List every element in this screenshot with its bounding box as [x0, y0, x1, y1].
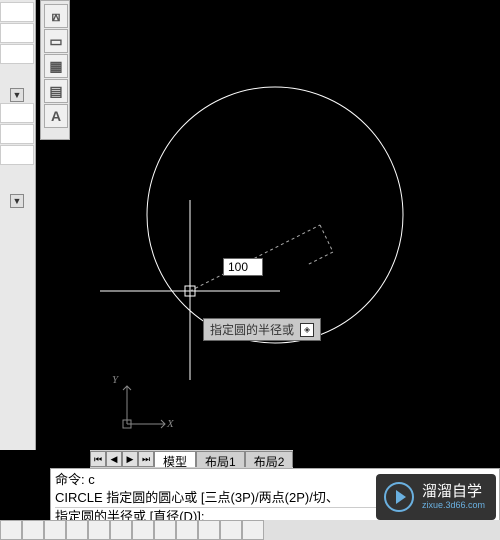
status-btn[interactable]: [110, 520, 132, 540]
ucs-x-label: X: [167, 418, 174, 430]
list-item[interactable]: [0, 23, 34, 43]
tooltip-menu-icon[interactable]: ◈: [300, 323, 314, 337]
tab-last-icon[interactable]: ⏭: [138, 451, 154, 467]
left-property-panel: ▼ ▼: [0, 0, 36, 450]
list-item[interactable]: [0, 2, 34, 22]
tab-first-icon[interactable]: ⏮: [90, 451, 106, 467]
status-btn[interactable]: [176, 520, 198, 540]
list-item[interactable]: [0, 44, 34, 64]
ucs-icon: [123, 386, 165, 428]
status-btn[interactable]: [0, 520, 22, 540]
list-item[interactable]: [0, 103, 34, 123]
tooltip-text: 指定圆的半径或: [210, 321, 294, 338]
text-tool[interactable]: A: [44, 104, 68, 128]
dropdown-arrow-icon[interactable]: ▼: [10, 194, 24, 208]
table-tool[interactable]: ▤: [44, 79, 68, 103]
status-btn[interactable]: [132, 520, 154, 540]
grid-icon: ▦: [49, 58, 62, 75]
tab-next-icon[interactable]: ▶: [122, 451, 138, 467]
status-btn[interactable]: [22, 520, 44, 540]
crop-tool[interactable]: ⟎: [44, 4, 68, 28]
dropdown-arrow-icon[interactable]: ▼: [10, 88, 24, 102]
radius-marker: [307, 225, 333, 265]
status-btn[interactable]: [242, 520, 264, 540]
status-btn[interactable]: [88, 520, 110, 540]
dynamic-input[interactable]: 100: [223, 258, 263, 276]
toolbar-panel: ⟎ ▭ ▦ ▤ A: [40, 0, 70, 140]
watermark: 溜溜自学 zixue.3d66.com: [376, 474, 496, 520]
rect-tool[interactable]: ▭: [44, 29, 68, 53]
status-btn[interactable]: [220, 520, 242, 540]
crop-icon: ⟎: [52, 8, 61, 25]
rect-icon: ▭: [49, 33, 62, 50]
tab-model[interactable]: 模型: [154, 451, 196, 467]
table-icon: ▤: [49, 83, 62, 100]
play-icon: [384, 482, 414, 512]
status-btn[interactable]: [66, 520, 88, 540]
list-item[interactable]: [0, 145, 34, 165]
watermark-title: 溜溜自学: [422, 484, 485, 500]
text-icon: A: [51, 108, 61, 124]
dynamic-tooltip: 指定圆的半径或 ◈: [203, 318, 321, 341]
grid-tool[interactable]: ▦: [44, 54, 68, 78]
ucs-y-label: Y: [112, 374, 118, 386]
drawing-area[interactable]: X Y: [75, 0, 500, 450]
tab-prev-icon[interactable]: ◀: [106, 451, 122, 467]
tab-layout1[interactable]: 布局1: [196, 451, 245, 467]
input-value: 100: [228, 260, 248, 274]
status-btn[interactable]: [154, 520, 176, 540]
circle-preview: [147, 87, 403, 343]
tab-layout2[interactable]: 布局2: [245, 451, 294, 467]
status-btn[interactable]: [44, 520, 66, 540]
status-bar: [0, 520, 500, 540]
watermark-subtitle: zixue.3d66.com: [422, 500, 485, 510]
status-btn[interactable]: [198, 520, 220, 540]
list-item[interactable]: [0, 124, 34, 144]
layout-tabs-bar: ⏮ ◀ ▶ ⏭ 模型 布局1 布局2: [90, 450, 293, 468]
